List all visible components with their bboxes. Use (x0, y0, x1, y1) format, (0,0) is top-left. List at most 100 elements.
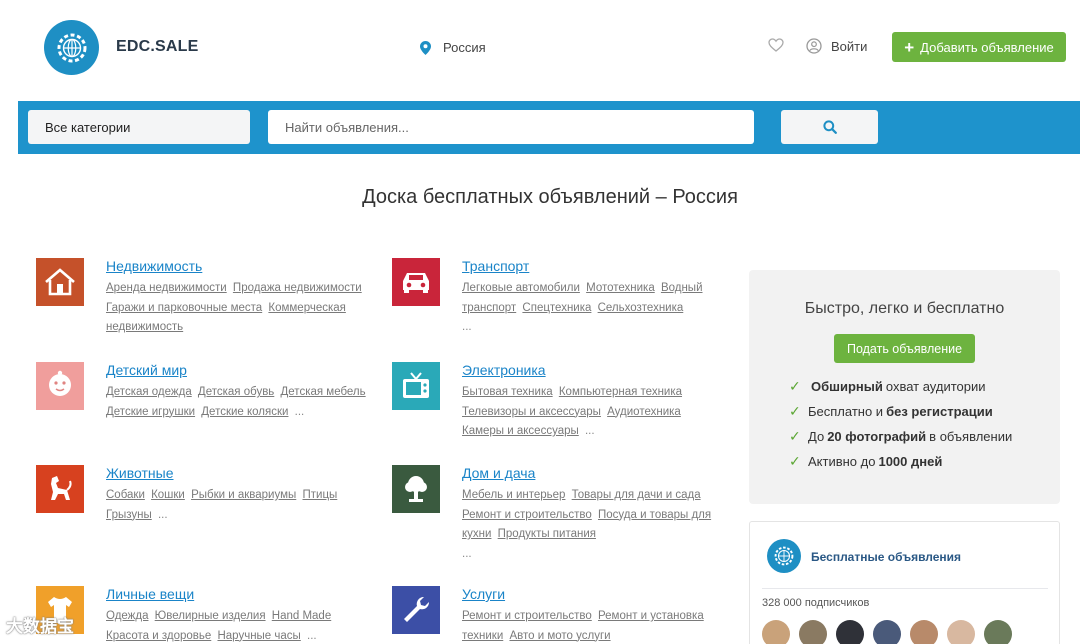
category-title[interactable]: Животные (106, 465, 371, 481)
subcategory-link[interactable]: Мебель и интерьер (462, 489, 565, 501)
subcategory-link[interactable]: Одежда (106, 610, 148, 622)
globe-gear-icon (774, 546, 794, 566)
subcategory-link[interactable]: Телевизоры и аксессуары (462, 406, 601, 418)
wrench-icon[interactable] (392, 586, 440, 634)
subcategory-link[interactable]: Авто и мото услуги (509, 630, 610, 642)
subscriber-count: 328 000 подписчиков (762, 597, 870, 609)
promo-benefits: ✓ Обширный охват аудитории ✓ Бесплатно и без… (789, 374, 1012, 474)
more-link[interactable]: ... (462, 321, 472, 333)
avatar[interactable] (762, 620, 790, 644)
group-avatar[interactable] (767, 539, 801, 573)
divider (762, 588, 1048, 589)
subcategory-link[interactable]: Сельхозтехника (598, 302, 684, 314)
header: EDC.SALE Россия Войти + Добавить объявле… (0, 0, 1080, 96)
avatar[interactable] (836, 620, 864, 644)
more-link[interactable]: ... (307, 630, 317, 642)
category-title[interactable]: Транспорт (462, 258, 727, 274)
tv-icon[interactable] (392, 362, 440, 410)
subcategory-link[interactable]: Детские коляски (201, 406, 288, 418)
dog-icon[interactable] (36, 465, 84, 513)
category-title[interactable]: Электроника (462, 362, 727, 378)
tree-icon[interactable] (392, 465, 440, 513)
check-icon: ✓ (789, 428, 801, 444)
subcategory-link[interactable]: Аренда недвижимости (106, 282, 227, 294)
subcategory-link[interactable]: Аудиотехника (607, 406, 681, 418)
check-icon: ✓ (789, 378, 801, 394)
category-title[interactable]: Недвижимость (106, 258, 371, 274)
avatar[interactable] (873, 620, 901, 644)
subcategory-link[interactable]: Собаки (106, 489, 145, 501)
subcategory-link[interactable]: Детская мебель (281, 386, 366, 398)
avatar[interactable] (910, 620, 938, 644)
watermark: 大数据宝 (6, 617, 74, 636)
subcategory-link[interactable]: Ювелирные изделия (155, 610, 266, 622)
subcategory-link[interactable]: Hand Made (272, 610, 331, 622)
house-icon[interactable] (36, 258, 84, 306)
map-pin-icon (420, 40, 431, 55)
plus-icon: + (904, 37, 915, 57)
location-selector[interactable]: Россия (420, 40, 486, 55)
avatar[interactable] (984, 620, 1012, 644)
subcategory-link[interactable]: Красота и здоровье (106, 630, 211, 642)
site-logo[interactable] (44, 20, 99, 75)
subcategory-link[interactable]: Спецтехника (522, 302, 591, 314)
subcategory-link[interactable]: Кошки (151, 489, 185, 501)
more-link[interactable]: ... (462, 548, 472, 560)
search-icon (822, 120, 837, 134)
promo-box: Быстро, легко и бесплатно Подать объявле… (749, 270, 1060, 504)
category-title[interactable]: Личные вещи (106, 586, 371, 602)
more-link[interactable]: ... (585, 425, 595, 437)
page-title: Доска бесплатных объявлений – Россия (362, 186, 738, 208)
subcategory-link[interactable]: Детские игрушки (106, 406, 195, 418)
subcategory-link[interactable]: Ремонт и строительство (462, 610, 592, 622)
login-label: Войти (831, 38, 868, 54)
car-icon[interactable] (392, 258, 440, 306)
search-button[interactable] (781, 110, 878, 144)
subcategory-link[interactable]: Бытовая техника (462, 386, 553, 398)
globe-gear-icon (57, 33, 86, 62)
heart-icon (768, 38, 784, 52)
check-icon: ✓ (789, 403, 801, 419)
add-listing-button[interactable]: + Добавить объявление (892, 32, 1066, 62)
more-link[interactable]: ... (295, 406, 305, 418)
benefit-item: ✓ Обширный охват аудитории (789, 378, 986, 394)
category-title[interactable]: Детский мир (106, 362, 371, 378)
user-circle-icon (806, 38, 822, 54)
more-link[interactable]: ... (158, 509, 168, 521)
subcategory-link[interactable]: Ремонт и строительство (462, 509, 592, 521)
subcategory-link[interactable]: Мототехника (586, 282, 655, 294)
search-bar: Все категории Найти объявления... (18, 101, 1080, 154)
category-select[interactable]: Все категории (28, 110, 250, 144)
subcategory-link[interactable]: Гаражи и парковочные места (106, 302, 262, 314)
avatar[interactable] (799, 620, 827, 644)
subcategory-link[interactable]: Продажа недвижимости (233, 282, 362, 294)
favorites-button[interactable] (768, 38, 784, 57)
benefit-item: ✓ Активно до 1000 дней (789, 453, 943, 469)
subcategory-link[interactable]: Компьютерная техника (559, 386, 682, 398)
post-ad-button[interactable]: Подать объявление (834, 334, 975, 363)
subcategory-link[interactable]: Птицы (302, 489, 337, 501)
subcategory-link[interactable]: Камеры и аксессуары (462, 425, 579, 437)
benefit-item: ✓ До 20 фотографий в объявлении (789, 428, 1013, 444)
brand-name[interactable]: EDC.SALE (116, 38, 199, 56)
subcategory-link[interactable]: Рыбки и аквариумы (191, 489, 296, 501)
promo-title: Быстро, легко и бесплатно (804, 300, 1005, 317)
category-title[interactable]: Дом и дача (462, 465, 727, 481)
subcategory-link[interactable]: Товары для дачи и сада (572, 489, 701, 501)
benefit-item: ✓ Бесплатно и без регистрации (789, 403, 993, 419)
group-name[interactable]: Бесплатные объявления (811, 550, 961, 564)
subcategory-link[interactable]: Грызуны (106, 509, 152, 521)
subscriber-avatars (762, 620, 1021, 644)
add-listing-label: Добавить объявление (920, 39, 1054, 55)
subcategory-link[interactable]: Продукты питания (498, 528, 596, 540)
subcategory-link[interactable]: Детская одежда (106, 386, 192, 398)
search-input[interactable]: Найти объявления... (268, 110, 754, 144)
location-label: Россия (443, 40, 486, 55)
baby-icon[interactable] (36, 362, 84, 410)
login-link[interactable]: Войти (806, 38, 867, 54)
avatar[interactable] (947, 620, 975, 644)
subcategory-link[interactable]: Легковые автомобили (462, 282, 580, 294)
subcategory-link[interactable]: Детская обувь (198, 386, 274, 398)
category-title[interactable]: Услуги (462, 586, 727, 602)
subcategory-link[interactable]: Наручные часы (217, 630, 300, 642)
